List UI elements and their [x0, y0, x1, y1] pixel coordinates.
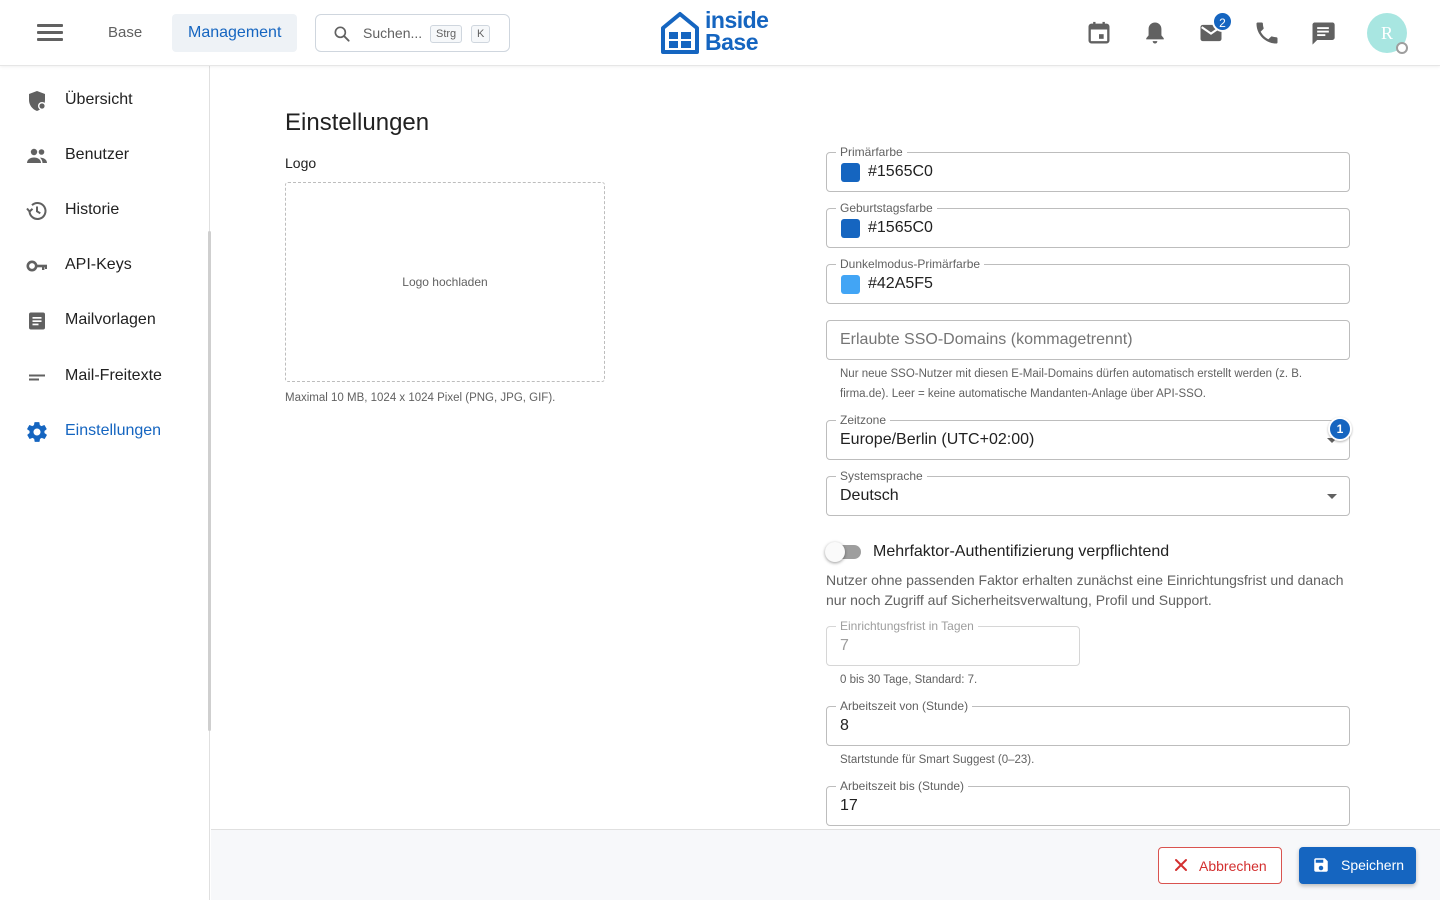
field-value: 17: [840, 797, 858, 814]
logo-line-2: Base: [705, 29, 758, 55]
grace-period-helper: 0 bis 30 Tage, Standard: 7.: [840, 674, 978, 686]
sso-helper-text: Nur neue SSO-Nutzer mit diesen E-Mail-Do…: [840, 364, 1302, 404]
sidebar-item-api-keys[interactable]: API-Keys: [0, 244, 208, 288]
field-label: Zeitzone: [836, 412, 891, 428]
tab-management[interactable]: Management: [172, 14, 298, 52]
field-value: Deutsch: [840, 487, 899, 504]
sidebar-item-historie[interactable]: Historie: [0, 189, 208, 233]
timezone-select[interactable]: Zeitzone Europe/Berlin (UTC+02:00): [826, 412, 1350, 460]
document-icon: [29, 312, 45, 330]
house-logo-icon: [661, 12, 699, 54]
sidebar-item-benutzer[interactable]: Benutzer: [0, 134, 208, 178]
helper-line: firma.de). Leer = keine automatische Man…: [840, 388, 1206, 400]
save-label: Speichern: [1341, 857, 1405, 873]
save-icon: [1314, 858, 1328, 872]
primary-color-field[interactable]: Primärfarbe #1565C0: [826, 144, 1350, 192]
key-icon: [26, 260, 47, 272]
search-icon: [334, 26, 350, 42]
sidebar-item-mailvorlagen[interactable]: Mailvorlagen: [0, 299, 208, 343]
users-icon: [27, 148, 47, 163]
helper-line: Nur neue SSO-Nutzer mit diesen E-Mail-Do…: [840, 368, 1303, 380]
field-label: Arbeitszeit von (Stunde): [836, 698, 973, 714]
field-label: Geburtstagsfarbe: [836, 200, 937, 216]
sidebar-item-label: Einstellungen: [65, 422, 162, 439]
field-value: 8: [840, 717, 849, 734]
status-indicator: [1396, 42, 1408, 54]
field-label: Arbeitszeit bis (Stunde): [836, 778, 969, 794]
cancel-label: Abbrechen: [1199, 858, 1267, 874]
calendar-icon[interactable]: [1085, 19, 1113, 47]
sidebar-item-uebersicht[interactable]: Übersicht: [0, 79, 208, 123]
top-bar: Base Management Suchen... Strg K inside …: [0, 0, 1440, 66]
field-value: Europe/Berlin (UTC+02:00): [840, 431, 1035, 448]
birthday-color-field[interactable]: Geburtstagsfarbe #1565C0: [826, 200, 1350, 248]
work-from-field[interactable]: Arbeitszeit von (Stunde) 8: [826, 698, 1350, 746]
notification-badge: 1: [1328, 417, 1352, 441]
logo-line-1: inside: [705, 7, 769, 33]
color-swatch[interactable]: [841, 163, 860, 182]
color-swatch[interactable]: [841, 219, 860, 238]
page-title: Einstellungen: [285, 109, 430, 136]
chat-icon[interactable]: [1309, 19, 1337, 47]
shortcut-key-strg: Strg: [430, 25, 463, 43]
logo-text: inside Base: [705, 7, 769, 55]
sidebar-item-einstellungen[interactable]: Einstellungen: [0, 410, 208, 454]
field-placeholder: Erlaubte SSO-Domains (kommagetrennt): [840, 331, 1133, 348]
sidebar-item-label: Mail-Freitexte: [65, 367, 162, 384]
language-select[interactable]: Systemsprache Deutsch: [826, 468, 1350, 516]
sidebar-item-label: Benutzer: [65, 146, 130, 163]
search-placeholder: Suchen...: [363, 25, 423, 41]
work-to-field[interactable]: Arbeitszeit bis (Stunde) 17: [826, 778, 1350, 826]
phone-icon[interactable]: [1253, 19, 1281, 47]
sidebar-item-label: Mailvorlagen: [65, 311, 156, 328]
dark-primary-color-field[interactable]: Dunkelmodus-Primärfarbe #42A5F5: [826, 256, 1350, 304]
field-value: #42A5F5: [868, 275, 933, 292]
field-label: Systemsprache: [836, 468, 927, 484]
app-logo[interactable]: inside Base: [659, 8, 783, 58]
chevron-down-icon: [1327, 494, 1337, 499]
field-value: #1565C0: [868, 219, 933, 236]
close-icon: [1175, 859, 1187, 871]
text-icon: [29, 374, 45, 381]
search-input[interactable]: Suchen... Strg K: [315, 14, 510, 52]
field-label: Einrichtungsfrist in Tagen: [836, 618, 978, 634]
save-button[interactable]: Speichern: [1299, 847, 1416, 884]
grace-period-field[interactable]: Einrichtungsfrist in Tagen 7: [826, 618, 1080, 666]
upload-hint: Maximal 10 MB, 1024 x 1024 Pixel (PNG, J…: [285, 392, 556, 404]
bell-icon[interactable]: [1141, 19, 1169, 47]
sidebar: Übersicht Benutzer Historie API-Keys Mai…: [0, 66, 211, 900]
toggle-thumb: [825, 542, 845, 562]
sidebar-item-label: API-Keys: [65, 256, 132, 273]
logo-upload-dropzone[interactable]: Logo hochladen: [285, 182, 605, 382]
cancel-button[interactable]: Abbrechen: [1158, 847, 1282, 884]
mfa-description: Nutzer ohne passenden Faktor erhalten zu…: [826, 572, 1344, 608]
mail-count-badge: 2: [1212, 11, 1233, 32]
field-label: Dunkelmodus-Primärfarbe: [836, 256, 985, 272]
tab-base[interactable]: Base: [92, 14, 158, 52]
mfa-toggle[interactable]: [825, 542, 863, 562]
sidebar-item-label: Historie: [65, 201, 120, 218]
upload-text: Logo hochladen: [402, 275, 488, 289]
field-label: Primärfarbe: [836, 144, 907, 160]
shortcut-key-k: K: [471, 25, 491, 43]
field-value: 7: [840, 637, 849, 654]
sidebar-item-label: Übersicht: [65, 91, 133, 108]
shield-icon: [29, 91, 46, 111]
sso-domains-field[interactable]: Erlaubte SSO-Domains (kommagetrennt): [826, 320, 1350, 360]
mfa-toggle-label: Mehrfaktor-Authentifizierung verpflichte…: [873, 543, 1170, 560]
work-from-helper: Startstunde für Smart Suggest (0–23).: [840, 754, 1035, 766]
color-swatch[interactable]: [841, 275, 860, 294]
history-icon: [26, 202, 47, 220]
field-value: #1565C0: [868, 163, 933, 180]
sidebar-item-mail-freitexte[interactable]: Mail-Freitexte: [0, 355, 208, 399]
menu-icon[interactable]: [32, 20, 68, 46]
logo-label: Logo: [285, 155, 317, 171]
gear-icon: [27, 422, 47, 442]
